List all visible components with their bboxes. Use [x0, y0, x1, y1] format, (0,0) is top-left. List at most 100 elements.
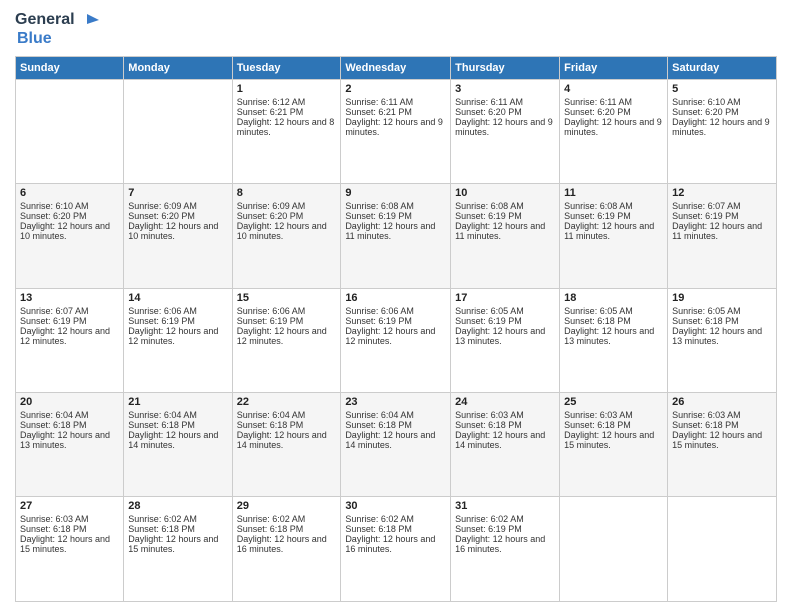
calendar-cell: 17Sunrise: 6:05 AMSunset: 6:19 PMDayligh…: [451, 288, 560, 392]
day-number: 3: [455, 83, 555, 95]
day-info: Daylight: 12 hours and 13 minutes.: [564, 326, 663, 346]
calendar: SundayMondayTuesdayWednesdayThursdayFrid…: [15, 56, 777, 602]
day-info: Daylight: 12 hours and 14 minutes.: [128, 430, 227, 450]
day-number: 4: [564, 83, 663, 95]
day-info: Sunset: 6:20 PM: [128, 211, 227, 221]
day-info: Sunset: 6:21 PM: [345, 107, 446, 117]
calendar-cell: 29Sunrise: 6:02 AMSunset: 6:18 PMDayligh…: [232, 497, 341, 602]
day-header-sunday: Sunday: [16, 56, 124, 79]
day-number: 16: [345, 292, 446, 304]
day-info: Daylight: 12 hours and 13 minutes.: [672, 326, 772, 346]
day-info: Sunrise: 6:06 AM: [128, 306, 227, 316]
day-info: Daylight: 12 hours and 12 minutes.: [20, 326, 119, 346]
day-info: Sunrise: 6:09 AM: [237, 201, 337, 211]
day-info: Daylight: 12 hours and 16 minutes.: [345, 534, 446, 554]
calendar-body: 1Sunrise: 6:12 AMSunset: 6:21 PMDaylight…: [16, 79, 777, 601]
day-info: Sunrise: 6:12 AM: [237, 97, 337, 107]
day-info: Sunrise: 6:04 AM: [345, 410, 446, 420]
calendar-cell: 8Sunrise: 6:09 AMSunset: 6:20 PMDaylight…: [232, 184, 341, 288]
day-info: Sunset: 6:18 PM: [237, 524, 337, 534]
day-info: Sunset: 6:18 PM: [455, 420, 555, 430]
day-info: Sunset: 6:20 PM: [564, 107, 663, 117]
day-number: 20: [20, 396, 119, 408]
day-info: Sunset: 6:18 PM: [345, 420, 446, 430]
day-info: Sunset: 6:20 PM: [455, 107, 555, 117]
day-info: Sunrise: 6:06 AM: [237, 306, 337, 316]
day-info: Sunset: 6:18 PM: [20, 524, 119, 534]
calendar-cell: 14Sunrise: 6:06 AMSunset: 6:19 PMDayligh…: [124, 288, 232, 392]
day-info: Sunrise: 6:05 AM: [672, 306, 772, 316]
day-info: Daylight: 12 hours and 10 minutes.: [20, 221, 119, 241]
day-info: Sunset: 6:18 PM: [564, 420, 663, 430]
day-info: Sunset: 6:20 PM: [20, 211, 119, 221]
day-number: 30: [345, 500, 446, 512]
day-info: Sunrise: 6:06 AM: [345, 306, 446, 316]
calendar-cell: 4Sunrise: 6:11 AMSunset: 6:20 PMDaylight…: [560, 79, 668, 183]
calendar-cell: [124, 79, 232, 183]
day-info: Sunrise: 6:11 AM: [564, 97, 663, 107]
day-number: 11: [564, 187, 663, 199]
day-info: Daylight: 12 hours and 13 minutes.: [20, 430, 119, 450]
day-number: 2: [345, 83, 446, 95]
day-info: Sunrise: 6:02 AM: [455, 514, 555, 524]
calendar-cell: [16, 79, 124, 183]
week-row-1: 1Sunrise: 6:12 AMSunset: 6:21 PMDaylight…: [16, 79, 777, 183]
day-number: 18: [564, 292, 663, 304]
calendar-cell: 5Sunrise: 6:10 AMSunset: 6:20 PMDaylight…: [668, 79, 777, 183]
day-info: Sunset: 6:18 PM: [128, 420, 227, 430]
day-info: Sunrise: 6:11 AM: [345, 97, 446, 107]
day-info: Sunrise: 6:04 AM: [128, 410, 227, 420]
day-of-week-row: SundayMondayTuesdayWednesdayThursdayFrid…: [16, 56, 777, 79]
day-info: Sunrise: 6:02 AM: [237, 514, 337, 524]
calendar-cell: 21 Sunrise: 6:04 AMSunset: 6:18 PMDayligh…: [124, 393, 232, 497]
calendar-cell: 25Sunrise: 6:03 AMSunset: 6:18 PMDayligh…: [560, 393, 668, 497]
day-number: 14: [128, 292, 227, 304]
day-info: Daylight: 12 hours and 15 minutes.: [564, 430, 663, 450]
day-info: Daylight: 12 hours and 16 minutes.: [455, 534, 555, 554]
day-info: Sunrise: 6:04 AM: [20, 410, 119, 420]
day-info: Sunrise: 6:03 AM: [20, 514, 119, 524]
day-info: Daylight: 12 hours and 13 minutes.: [455, 326, 555, 346]
logo-blue: Blue: [17, 30, 101, 48]
day-info: Sunset: 6:19 PM: [672, 211, 772, 221]
calendar-cell: 20 Sunrise: 6:04 AMSunset: 6:18 PMDayligh…: [16, 393, 124, 497]
day-info: Sunset: 6:20 PM: [237, 211, 337, 221]
day-number: 21: [128, 396, 227, 408]
week-row-5: 27Sunrise: 6:03 AMSunset: 6:18 PMDayligh…: [16, 497, 777, 602]
day-number: 28: [128, 500, 227, 512]
day-info: Sunset: 6:21 PM: [237, 107, 337, 117]
calendar-cell: [668, 497, 777, 602]
day-number: 31: [455, 500, 555, 512]
calendar-cell: 13Sunrise: 6:07 AMSunset: 6:19 PMDayligh…: [16, 288, 124, 392]
logo-general: General: [15, 11, 75, 29]
day-number: 19: [672, 292, 772, 304]
day-info: Daylight: 12 hours and 11 minutes.: [345, 221, 446, 241]
logo-bird-icon: [77, 10, 101, 30]
day-number: 22: [237, 396, 337, 408]
calendar-cell: 7Sunrise: 6:09 AMSunset: 6:20 PMDaylight…: [124, 184, 232, 288]
day-number: 8: [237, 187, 337, 199]
day-info: Daylight: 12 hours and 11 minutes.: [672, 221, 772, 241]
day-info: Sunrise: 6:05 AM: [455, 306, 555, 316]
day-header-thursday: Thursday: [451, 56, 560, 79]
calendar-cell: 15Sunrise: 6:06 AMSunset: 6:19 PMDayligh…: [232, 288, 341, 392]
day-number: 29: [237, 500, 337, 512]
day-info: Sunset: 6:19 PM: [564, 211, 663, 221]
day-info: Daylight: 12 hours and 9 minutes.: [455, 117, 555, 137]
calendar-cell: 19Sunrise: 6:05 AMSunset: 6:18 PMDayligh…: [668, 288, 777, 392]
day-info: Sunset: 6:18 PM: [564, 316, 663, 326]
day-info: Sunset: 6:18 PM: [345, 524, 446, 534]
day-info: Sunrise: 6:05 AM: [564, 306, 663, 316]
day-info: Daylight: 12 hours and 11 minutes.: [564, 221, 663, 241]
calendar-cell: 6Sunrise: 6:10 AMSunset: 6:20 PMDaylight…: [16, 184, 124, 288]
calendar-cell: 28Sunrise: 6:02 AMSunset: 6:18 PMDayligh…: [124, 497, 232, 602]
day-info: Sunset: 6:18 PM: [20, 420, 119, 430]
day-info: Sunrise: 6:08 AM: [345, 201, 446, 211]
day-info: Sunset: 6:19 PM: [128, 316, 227, 326]
calendar-cell: 27Sunrise: 6:03 AMSunset: 6:18 PMDayligh…: [16, 497, 124, 602]
day-number: 13: [20, 292, 119, 304]
day-info: Sunset: 6:18 PM: [672, 420, 772, 430]
day-info: Sunrise: 6:08 AM: [564, 201, 663, 211]
day-number: 23: [345, 396, 446, 408]
day-info: Daylight: 12 hours and 10 minutes.: [128, 221, 227, 241]
